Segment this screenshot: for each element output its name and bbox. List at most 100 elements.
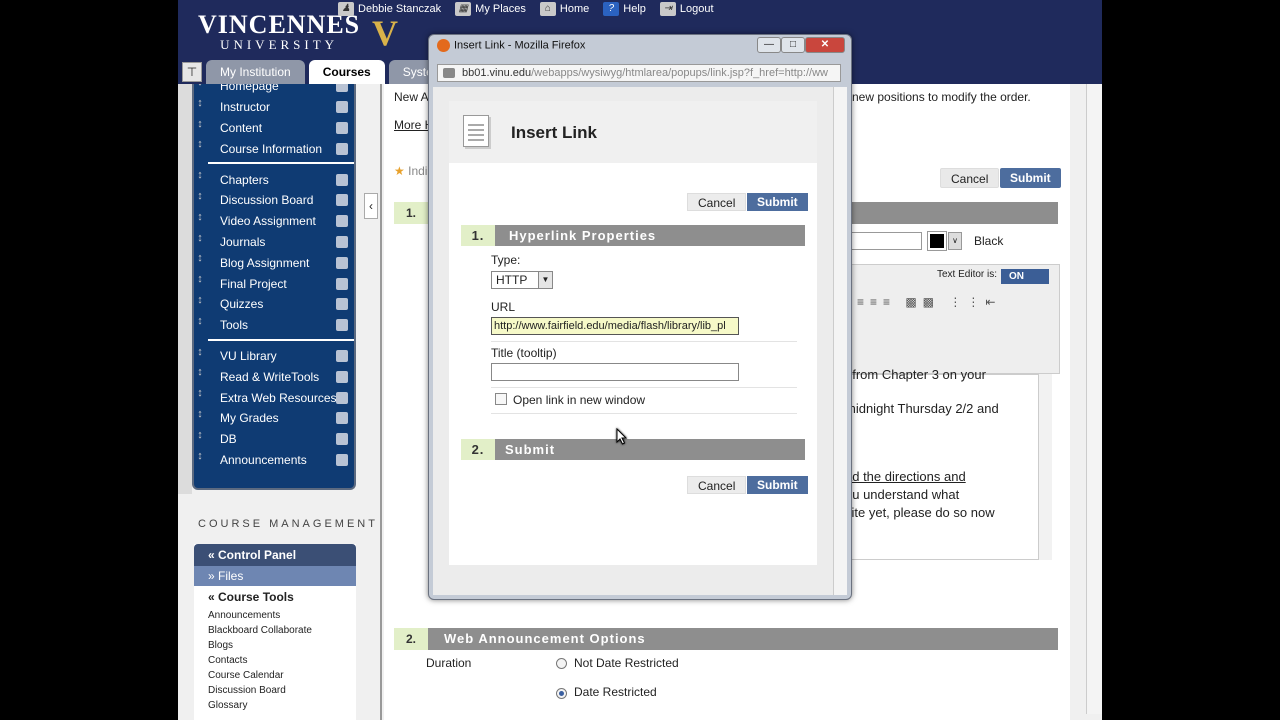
university-logo[interactable]: VINCENNES UNIVERSITY V xyxy=(198,12,398,53)
sidebar-item[interactable]: ↕ Announcements xyxy=(197,450,354,471)
color-dropdown-icon[interactable]: ∨ xyxy=(948,232,962,250)
sidebar-item[interactable]: ↕ Extra Web Resources xyxy=(197,387,354,408)
course-tool-link[interactable]: Discussion Board xyxy=(194,683,356,698)
menu-options-icon[interactable] xyxy=(336,298,348,311)
drag-handle-icon[interactable]: ↕ xyxy=(194,138,206,159)
dialog-cancel-button[interactable]: Cancel xyxy=(687,193,747,211)
sidebar-item-label: VU Library xyxy=(220,348,277,363)
course-tool-link[interactable]: Blackboard Collaborate xyxy=(194,623,356,638)
menu-options-icon[interactable] xyxy=(336,194,348,207)
sidebar-item[interactable]: ↕ Video Assignment xyxy=(197,211,354,232)
menu-options-icon[interactable] xyxy=(336,277,348,290)
course-tool-link[interactable]: Glossary xyxy=(194,698,356,713)
open-new-window-checkbox[interactable] xyxy=(495,393,507,405)
drag-handle-icon[interactable]: ↕ xyxy=(194,97,206,118)
not-date-restricted-radio[interactable] xyxy=(556,658,567,669)
submit-button[interactable]: Submit xyxy=(1000,168,1061,188)
sidebar-item[interactable]: ↕ Instructor xyxy=(197,97,354,118)
sidebar-item[interactable]: ↕ DB xyxy=(197,429,354,450)
menu-options-icon[interactable] xyxy=(336,412,348,425)
course-tool-link[interactable]: Contacts xyxy=(194,653,356,668)
sidebar-item[interactable]: ↕ Final Project xyxy=(197,273,354,294)
drag-handle-icon[interactable]: ↕ xyxy=(194,252,206,273)
menu-options-icon[interactable] xyxy=(336,101,348,114)
sidebar-item[interactable]: ↕ Chapters xyxy=(197,169,354,190)
menu-options-icon[interactable] xyxy=(336,142,348,155)
editor-format-icons[interactable]: ≡≡≡ ▩▩ ⋮⋮⇤ xyxy=(857,295,1001,309)
menu-options-icon[interactable] xyxy=(336,349,348,362)
menu-options-icon[interactable] xyxy=(336,173,348,186)
sidebar-item[interactable]: ↕ Homepage xyxy=(197,84,354,97)
sidebar-item[interactable]: ↕ Content xyxy=(197,118,354,139)
cancel-button[interactable]: Cancel xyxy=(940,168,1000,188)
menu-options-icon[interactable] xyxy=(336,370,348,383)
menu-options-icon[interactable] xyxy=(336,391,348,404)
url-input[interactable]: http://www.fairfield.edu/media/flash/lib… xyxy=(491,317,739,335)
drag-handle-icon[interactable]: ↕ xyxy=(194,429,206,450)
drag-handle-icon[interactable]: ↕ xyxy=(194,84,206,97)
sidebar-item[interactable]: ↕ Read & WriteTools xyxy=(197,366,354,387)
menu-options-icon[interactable] xyxy=(336,235,348,248)
sidebar-item[interactable]: ↕ Journals xyxy=(197,232,354,253)
drag-handle-icon[interactable]: ↕ xyxy=(194,450,206,471)
drag-handle-icon[interactable]: ↕ xyxy=(194,232,206,253)
menu-options-icon[interactable] xyxy=(336,319,348,332)
sidebar-item[interactable]: ↕ VU Library xyxy=(197,346,354,367)
page-scrollbar[interactable] xyxy=(1086,84,1102,714)
popup-scrollbar[interactable] xyxy=(833,87,847,595)
tab-menu-icon[interactable]: ⊤ xyxy=(182,62,202,82)
menu-options-icon[interactable] xyxy=(336,433,348,446)
menu-options-icon[interactable] xyxy=(336,121,348,134)
color-swatch[interactable] xyxy=(927,231,947,251)
dialog-submit-button[interactable]: Submit xyxy=(747,193,808,211)
editor-text-area[interactable]: t from Chapter 3 on your midnight Thursd… xyxy=(840,367,1052,560)
sidebar-item[interactable]: ↕ Tools xyxy=(197,315,354,336)
dialog-cancel-button-bottom[interactable]: Cancel xyxy=(687,476,747,494)
sidebar-item[interactable]: ↕ Quizzes xyxy=(197,294,354,315)
text-editor-toggle[interactable]: ON xyxy=(1001,269,1049,284)
link-my-places[interactable]: ▦ My Places xyxy=(455,2,526,16)
link-home[interactable]: ⌂ Home xyxy=(539,2,589,16)
title-tooltip-input[interactable] xyxy=(491,363,739,381)
course-tools-header[interactable]: « Course Tools xyxy=(194,586,356,608)
sidebar-item[interactable]: ↕ Blog Assignment xyxy=(197,252,354,273)
home-icon: ⌂ xyxy=(539,2,556,16)
url-bar[interactable]: bb01.vinu.edu/webapps/wysiwyg/htmlarea/p… xyxy=(437,64,841,82)
menu-options-icon[interactable] xyxy=(336,256,348,269)
drag-handle-icon[interactable]: ↕ xyxy=(194,294,206,315)
link-help[interactable]: ? Help xyxy=(603,2,646,16)
control-panel-header[interactable]: « Control Panel xyxy=(194,544,356,566)
collapse-menu-button[interactable]: ‹ xyxy=(364,193,378,219)
tab-courses[interactable]: Courses xyxy=(308,60,385,84)
sidebar-item[interactable]: ↕ Course Information xyxy=(197,138,354,159)
drag-handle-icon[interactable]: ↕ xyxy=(194,315,206,336)
type-select[interactable]: HTTP ▼ xyxy=(491,271,553,289)
sidebar-item[interactable]: ↕ Discussion Board xyxy=(197,190,354,211)
drag-handle-icon[interactable]: ↕ xyxy=(194,190,206,211)
menu-options-icon[interactable] xyxy=(336,453,348,466)
files-item[interactable]: » Files xyxy=(194,566,356,586)
course-tool-link[interactable]: Announcements xyxy=(194,608,356,623)
date-restricted-radio[interactable] xyxy=(556,688,567,699)
drag-handle-icon[interactable]: ↕ xyxy=(194,273,206,294)
title-input[interactable] xyxy=(840,232,922,250)
drag-handle-icon[interactable]: ↕ xyxy=(194,169,206,190)
maximize-button[interactable]: □ xyxy=(781,37,805,53)
drag-handle-icon[interactable]: ↕ xyxy=(194,387,206,408)
course-tool-link[interactable]: Course Calendar xyxy=(194,668,356,683)
editor-scrollbar[interactable] xyxy=(1038,374,1052,560)
dialog-submit-button-bottom[interactable]: Submit xyxy=(747,476,808,494)
course-tool-link[interactable]: Blogs xyxy=(194,638,356,653)
link-logout[interactable]: ⇥ Logout xyxy=(659,2,714,16)
menu-options-icon[interactable] xyxy=(336,215,348,228)
drag-handle-icon[interactable]: ↕ xyxy=(194,346,206,367)
menu-options-icon[interactable] xyxy=(336,84,348,93)
drag-handle-icon[interactable]: ↕ xyxy=(194,366,206,387)
drag-handle-icon[interactable]: ↕ xyxy=(194,118,206,139)
sidebar-item[interactable]: ↕ My Grades xyxy=(197,408,354,429)
drag-handle-icon[interactable]: ↕ xyxy=(194,211,206,232)
drag-handle-icon[interactable]: ↕ xyxy=(194,408,206,429)
minimize-button[interactable]: — xyxy=(757,37,781,53)
close-button[interactable]: ✕ xyxy=(805,37,845,53)
tab-my-institution[interactable]: My Institution xyxy=(206,60,305,84)
